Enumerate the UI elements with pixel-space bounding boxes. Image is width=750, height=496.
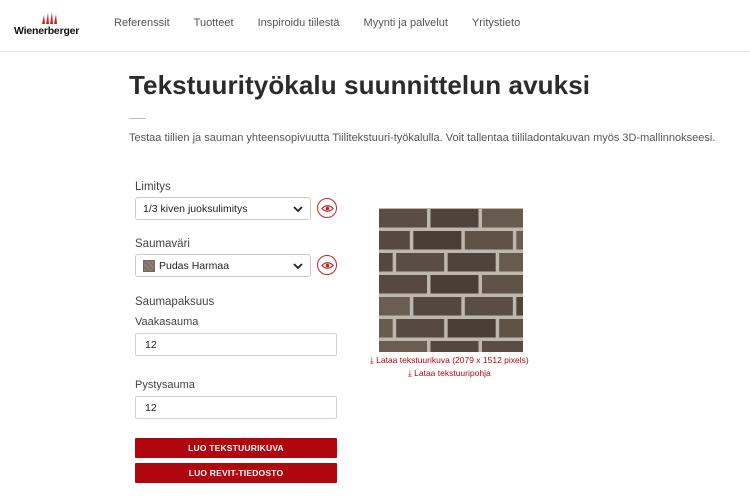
brick <box>413 297 462 316</box>
vaakasauma-label: Vaakasauma <box>135 316 199 328</box>
limitys-preview-eye-icon[interactable] <box>317 198 337 218</box>
limitys-select-value: 1/3 kiven juoksulimitys <box>143 202 248 215</box>
brick <box>379 319 393 338</box>
eye-icon <box>320 261 334 269</box>
wienerberger-logo[interactable]: Wienerberger <box>14 12 84 38</box>
download-texture-image-link[interactable]: ⤓ Lataa tekstuurikuva (2079 x 1512 pixel… <box>370 355 529 366</box>
main-nav: Referenssit Tuotteet Inspiroidu tiilestä… <box>114 17 544 29</box>
brick <box>499 319 523 338</box>
brick <box>379 275 427 294</box>
brick <box>379 231 410 250</box>
saumavari-select[interactable]: Pudas Harmaa <box>135 254 311 277</box>
saumapaksuus-label: Saumapaksuus <box>135 296 215 308</box>
page-title: Tekstuurityökalu suunnittelun avuksi <box>129 70 591 100</box>
create-texture-button[interactable]: LUO TEKSTUURIKUVA <box>135 438 337 458</box>
nav-item-myynti[interactable]: Myynti ja palvelut <box>364 17 448 29</box>
brick-texture-preview <box>379 208 523 352</box>
pystysauma-input[interactable]: 12 <box>135 396 337 419</box>
chevron-down-icon <box>293 262 303 269</box>
pystysauma-label: Pystysauma <box>135 379 195 391</box>
brick <box>499 253 523 272</box>
brick <box>516 231 523 250</box>
brick <box>482 209 523 228</box>
brick <box>379 209 427 228</box>
brick <box>447 253 496 272</box>
brick <box>430 209 479 228</box>
limitys-label: Limitys <box>135 181 171 193</box>
brick <box>379 297 410 316</box>
site-header: Wienerberger Referenssit Tuotteet Inspir… <box>0 0 750 52</box>
chevron-down-icon <box>293 205 303 212</box>
nav-item-yritystieto[interactable]: Yritystieto <box>472 17 520 29</box>
title-divider <box>129 118 146 119</box>
saumavari-label: Saumaväri <box>135 238 190 250</box>
brick <box>430 341 479 352</box>
brick <box>447 319 496 338</box>
brick <box>482 275 523 294</box>
vaakasauma-input[interactable]: 12 <box>135 333 337 356</box>
brick <box>482 341 523 352</box>
download-texture-image-label: Lataa tekstuurikuva (2079 x 1512 pixels) <box>376 355 529 365</box>
saumavari-preview-eye-icon[interactable] <box>317 255 337 275</box>
brick <box>396 253 445 272</box>
brick <box>516 297 523 316</box>
limitys-select[interactable]: 1/3 kiven juoksulimitys <box>135 197 311 220</box>
download-texture-base-link[interactable]: ⤓ Lataa tekstuuripohja <box>408 368 491 379</box>
saumavari-select-value: Pudas Harmaa <box>159 259 230 272</box>
download-texture-base-label: Lataa tekstuuripohja <box>414 368 491 378</box>
brick <box>464 297 513 316</box>
color-swatch <box>143 259 155 272</box>
page-intro: Testaa tiilien ja sauman yhteensopivuutt… <box>129 132 716 144</box>
logo-mark-icon <box>42 12 57 24</box>
nav-item-tuotteet[interactable]: Tuotteet <box>194 17 234 29</box>
brick <box>379 341 427 352</box>
nav-item-referenssit[interactable]: Referenssit <box>114 17 170 29</box>
brick <box>379 253 393 272</box>
create-revit-button[interactable]: LUO REVIT-TIEDOSTO <box>135 463 337 483</box>
brick <box>430 275 479 294</box>
brick <box>396 319 445 338</box>
nav-item-inspiroidu[interactable]: Inspiroidu tiilestä <box>258 17 340 29</box>
brick <box>464 231 513 250</box>
brick <box>413 231 462 250</box>
logo-text: Wienerberger <box>14 25 80 37</box>
eye-icon <box>320 204 334 212</box>
